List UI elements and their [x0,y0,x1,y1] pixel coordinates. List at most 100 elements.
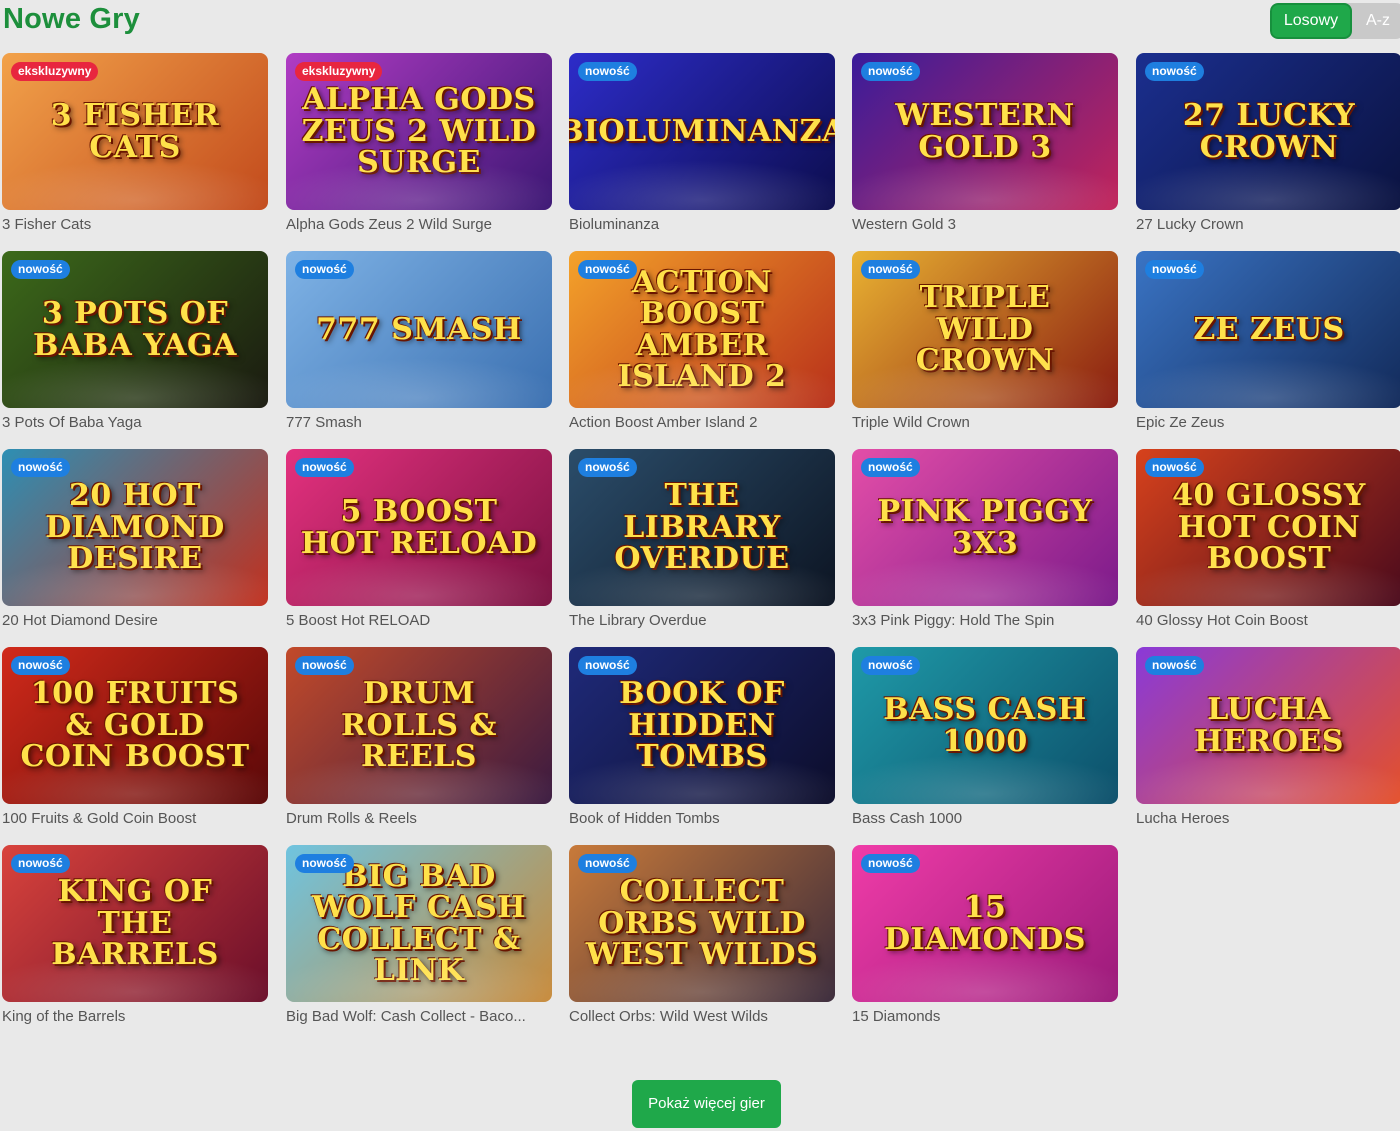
new-badge: nowość [1145,458,1204,477]
game-card[interactable]: nowośćThe Library Overdue The Library Ove… [567,449,835,634]
game-thumbnail[interactable]: nowość Bass Cash 1000 [852,647,1118,804]
game-title[interactable]: Bioluminanza [569,216,835,233]
sort-toggle[interactable]: Losowy A-z [1270,3,1400,39]
game-title[interactable]: Triple Wild Crown [852,414,1118,431]
game-card[interactable]: nowość40 Glossy Hot Coin Boost 40 Glossy … [1134,449,1400,634]
game-card[interactable]: nowośćBook of Hidden Tombs Book of Hidden… [567,647,835,832]
game-thumbnail[interactable]: nowość Pink Piggy 3x3 [852,449,1118,606]
thumbnail-glow [2,952,268,1002]
game-title[interactable]: Alpha Gods Zeus 2 Wild Surge [286,216,552,233]
page-title: Nowe Gry [3,3,140,35]
sort-random-button[interactable]: Losowy [1270,3,1352,39]
new-badge: nowość [861,260,920,279]
game-title[interactable]: King of the Barrels [2,1008,268,1025]
thumbnail-glow [852,754,1118,804]
game-card[interactable]: nowośćTriple Wild Crown Triple Wild Crown [850,251,1118,436]
game-card[interactable]: ekskluzywny 3 Fisher Cats 3 Fisher Cats [0,53,268,238]
sort-alphabetical-button[interactable]: A-z [1352,3,1400,39]
game-thumbnail[interactable]: nowość40 Glossy Hot Coin Boost [1136,449,1400,606]
game-title[interactable]: Bass Cash 1000 [852,810,1118,827]
thumbnail-glow [569,754,835,804]
game-thumbnail[interactable]: nowość Bioluminanza [569,53,835,210]
game-thumbnail[interactable]: ekskluzywnyAlpha Gods Zeus 2 Wild Surge [286,53,552,210]
new-badge: nowość [578,260,637,279]
game-title[interactable]: Drum Rolls & Reels [286,810,552,827]
new-badge: nowość [295,458,354,477]
game-card[interactable]: nowość 5 Boost Hot Reload 5 Boost Hot RELO… [284,449,552,634]
game-card[interactable]: nowośćDrum Rolls & Reels Drum Rolls & Ree… [284,647,552,832]
thumbnail-glow [1136,358,1400,408]
game-title[interactable]: Book of Hidden Tombs [569,810,835,827]
game-card[interactable]: nowość 27 Lucky Crown 27 Lucky Crown [1134,53,1400,238]
game-thumbnail[interactable]: nowość 27 Lucky Crown [1136,53,1400,210]
game-title[interactable]: Epic Ze Zeus [1136,414,1400,431]
game-thumbnail[interactable]: nowość 5 Boost Hot Reload [286,449,552,606]
game-title[interactable]: 40 Glossy Hot Coin Boost [1136,612,1400,629]
game-thumbnail[interactable]: nowość Ze Zeus [1136,251,1400,408]
new-badge: nowość [861,458,920,477]
game-title[interactable]: 27 Lucky Crown [1136,216,1400,233]
game-card[interactable]: nowość20 Hot Diamond Desire 20 Hot Diamon… [0,449,268,634]
game-title[interactable]: 3 Fisher Cats [2,216,268,233]
game-title[interactable]: 777 Smash [286,414,552,431]
section-header: Nowe Gry Losowy A-z [0,0,1400,44]
thumbnail-glow [852,160,1118,210]
game-thumbnail[interactable]: nowość 15 Diamonds [852,845,1118,1002]
game-thumbnail[interactable]: nowość 777 Smash [286,251,552,408]
game-title[interactable]: 3 Pots Of Baba Yaga [2,414,268,431]
thumbnail-glow [2,160,268,210]
game-card[interactable]: nowośćCollect Orbs Wild West Wilds Collec… [567,845,835,1030]
game-thumbnail[interactable]: ekskluzywny 3 Fisher Cats [2,53,268,210]
game-thumbnail[interactable]: nowość Western Gold 3 [852,53,1118,210]
new-badge: nowość [11,458,70,477]
game-thumbnail[interactable]: nowość 3 Pots of Baba Yaga [2,251,268,408]
game-card[interactable]: nowość 777 Smash 777 Smash [284,251,552,436]
game-card[interactable]: nowość Bioluminanza Bioluminanza [567,53,835,238]
new-badge: nowość [11,854,70,873]
game-title[interactable]: Collect Orbs: Wild West Wilds [569,1008,835,1025]
game-thumbnail[interactable]: nowość Lucha Heroes [1136,647,1400,804]
game-thumbnail[interactable]: nowośćKing of the Barrels [2,845,268,1002]
thumbnail-glow [286,358,552,408]
exclusive-badge: ekskluzywny [295,62,383,81]
game-card[interactable]: ekskluzywnyAlpha Gods Zeus 2 Wild Surge A… [284,53,552,238]
game-title[interactable]: Western Gold 3 [852,216,1118,233]
game-thumbnail[interactable]: nowośćBig Bad Wolf Cash Collect & Link [286,845,552,1002]
game-card[interactable]: nowość Lucha Heroes Lucha Heroes [1134,647,1400,832]
game-title[interactable]: 20 Hot Diamond Desire [2,612,268,629]
thumbnail-glow [1136,160,1400,210]
game-thumbnail[interactable]: nowość100 Fruits & Gold Coin Boost [2,647,268,804]
game-card[interactable]: nowość Bass Cash 1000 Bass Cash 1000 [850,647,1118,832]
game-title[interactable]: The Library Overdue [569,612,835,629]
game-title[interactable]: Big Bad Wolf: Cash Collect - Baco... [286,1008,552,1025]
thumbnail-glow [569,556,835,606]
game-thumbnail[interactable]: nowośćAction Boost Amber Island 2 [569,251,835,408]
game-thumbnail[interactable]: nowośćBook of Hidden Tombs [569,647,835,804]
game-card[interactable]: nowośćBig Bad Wolf Cash Collect & Link Bi… [284,845,552,1030]
game-title[interactable]: 100 Fruits & Gold Coin Boost [2,810,268,827]
thumbnail-glow [2,556,268,606]
game-card[interactable]: nowość Western Gold 3 Western Gold 3 [850,53,1118,238]
game-title[interactable]: Action Boost Amber Island 2 [569,414,835,431]
game-card[interactable]: nowość 3 Pots of Baba Yaga 3 Pots Of Baba … [0,251,268,436]
game-thumbnail[interactable]: nowośćThe Library Overdue [569,449,835,606]
new-badge: nowość [578,656,637,675]
game-card[interactable]: nowośćKing of the Barrels King of the Bar… [0,845,268,1030]
game-card[interactable]: nowość100 Fruits & Gold Coin Boost 100 Fr… [0,647,268,832]
game-thumbnail[interactable]: nowośćDrum Rolls & Reels [286,647,552,804]
game-title[interactable]: Lucha Heroes [1136,810,1400,827]
game-thumbnail[interactable]: nowośćCollect Orbs Wild West Wilds [569,845,835,1002]
new-badge: nowość [861,656,920,675]
game-thumbnail[interactable]: nowość20 Hot Diamond Desire [2,449,268,606]
game-card[interactable]: nowość Ze Zeus Epic Ze Zeus [1134,251,1400,436]
game-thumbnail[interactable]: nowośćTriple Wild Crown [852,251,1118,408]
show-more-games-button[interactable]: Pokaż więcej gier [632,1080,781,1128]
game-title[interactable]: 15 Diamonds [852,1008,1118,1025]
game-card[interactable]: nowość Pink Piggy 3x3 3x3 Pink Piggy: Hold… [850,449,1118,634]
thumbnail-glow [569,160,835,210]
game-title[interactable]: 3x3 Pink Piggy: Hold The Spin [852,612,1118,629]
game-card[interactable]: nowośćAction Boost Amber Island 2 Action … [567,251,835,436]
game-title[interactable]: 5 Boost Hot RELOAD [286,612,552,629]
game-card[interactable]: nowość 15 Diamonds 15 Diamonds [850,845,1118,1030]
new-badge: nowość [1145,260,1204,279]
